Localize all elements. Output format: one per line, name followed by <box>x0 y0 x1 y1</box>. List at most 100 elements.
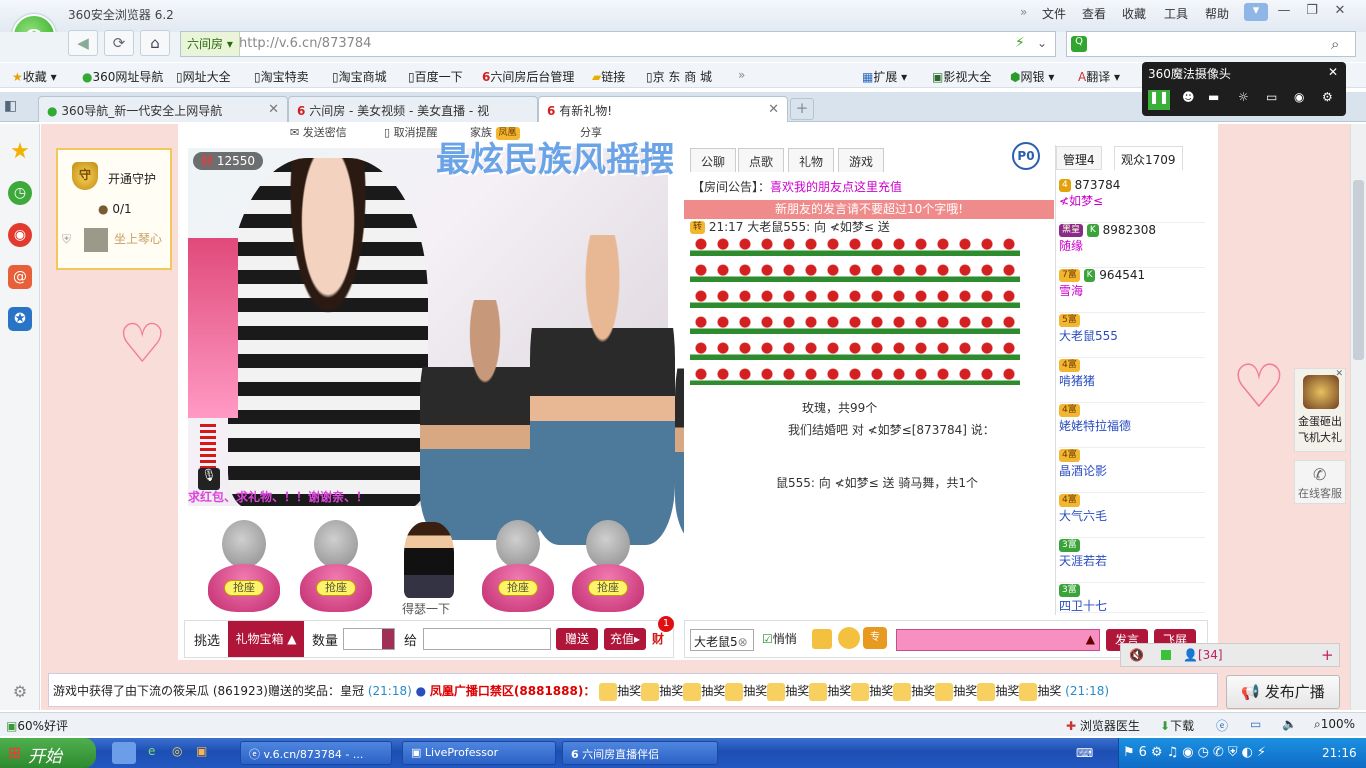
tab-new-gift[interactable]: 6 有新礼物! ✕ <box>538 96 788 122</box>
search-icon[interactable]: ⌕ <box>1331 35 1339 53</box>
bookmark-360nav[interactable]: ●360网址导航 <box>82 68 163 85</box>
menu-file[interactable]: 文件 <box>1042 5 1066 22</box>
skin-icon[interactable]: ▾ <box>1244 3 1268 21</box>
menu-tools[interactable]: 工具 <box>1164 5 1188 22</box>
p0-badge[interactable]: P0 <box>1012 142 1040 170</box>
give-button[interactable]: 赠送 <box>556 628 598 650</box>
bookmark-6cn-admin[interactable]: 6六间房后台管理 <box>482 68 574 85</box>
user-item[interactable]: 4富 姥姥特拉福德 <box>1059 403 1205 448</box>
clear-icon[interactable]: ⊗ <box>738 635 748 649</box>
bookmark-jd[interactable]: ▯京 东 商 城 <box>646 68 712 85</box>
close-ad-icon[interactable]: ✕ <box>1335 369 1343 379</box>
qq-icon[interactable]: ✪ <box>8 307 32 331</box>
image-icon[interactable] <box>812 629 832 649</box>
menu-view[interactable]: 查看 <box>1082 5 1106 22</box>
open-guard-link[interactable]: 开通守护 <box>108 170 156 187</box>
taskbar-item-browser[interactable]: ⓔ v.6.cn/873784 - ... <box>240 741 392 765</box>
user-item[interactable]: 4富 啃猪猪 <box>1059 358 1205 403</box>
app-quicklaunch-icon[interactable]: ▣ <box>196 744 207 758</box>
close-tab-icon[interactable]: ✕ <box>768 102 779 117</box>
menu-favorites[interactable]: 收藏 <box>1122 5 1146 22</box>
home-button[interactable]: ⌂ <box>140 30 170 56</box>
extensions-menu[interactable]: ▦扩展 ▾ <box>862 68 907 85</box>
emoji-icon[interactable] <box>838 627 860 649</box>
online-service-button[interactable]: ✆ 在线客服 <box>1294 460 1346 504</box>
url-text[interactable]: http://v.6.cn/873784 <box>239 36 371 51</box>
seat-user-avatar[interactable] <box>404 522 454 598</box>
volume-icon[interactable]: 🔈 <box>1282 717 1297 731</box>
chat-text-input[interactable]: ▲ <box>896 629 1100 651</box>
grab-seat-button[interactable]: 抢座 <box>224 580 264 596</box>
taskbar-item-6cn[interactable]: 6 六间房直播伴侣 <box>562 741 718 765</box>
wealth-button[interactable]: 财 <box>652 630 664 647</box>
special-icon[interactable]: 专 <box>863 627 887 649</box>
brightness-icon[interactable]: ☼ <box>1238 90 1249 104</box>
recharge-button[interactable]: 充值▸ <box>604 628 646 650</box>
sidebar-toggle-icon[interactable]: ◧ <box>4 98 32 118</box>
add-icon[interactable]: + <box>1321 646 1334 664</box>
microphone-icon[interactable]: 🎙 <box>198 468 220 490</box>
chevron-up-icon[interactable]: ▲ <box>1086 632 1095 646</box>
tab-song-request[interactable]: 点歌 <box>738 148 785 172</box>
bank-button[interactable]: ⬢网银 ▾ <box>1010 68 1054 85</box>
settings-gear-icon[interactable]: ⚙ <box>8 680 32 704</box>
close-tab-icon[interactable]: ✕ <box>268 102 279 117</box>
quantity-dropdown-icon[interactable] <box>382 629 394 649</box>
grab-seat-button[interactable]: 抢座 <box>498 580 538 596</box>
send-secret-link[interactable]: ✉ 发送密信 <box>290 124 347 140</box>
guard-seat-name[interactable]: 坐上琴心 <box>114 230 162 247</box>
search-engine-icon[interactable]: Q <box>1071 36 1087 52</box>
notice-link[interactable]: 喜欢我的朋友点这里充值 <box>770 180 902 194</box>
user-item[interactable]: 5富 大老鼠555 <box>1059 313 1205 358</box>
cancel-reminder-link[interactable]: ▯ 取消提醒 <box>384 124 438 140</box>
tab-audience[interactable]: 观众1709 <box>1114 146 1183 170</box>
user-item[interactable]: 黑皇 K 8982308 随缘 <box>1059 223 1205 268</box>
face-icon[interactable]: ☻ <box>1182 90 1195 104</box>
history-clock-icon[interactable]: ◷ <box>8 181 32 205</box>
bookmark-wangzhi[interactable]: ▯网址大全 <box>176 68 231 85</box>
bookmark-taobao-sale[interactable]: ▯淘宝特卖 <box>254 68 309 85</box>
lightning-icon[interactable]: ⚡ <box>1015 35 1025 51</box>
translate-button[interactable]: A翻译 ▾ <box>1078 68 1120 85</box>
user-item[interactable]: 3富 天涯若若 <box>1059 538 1205 583</box>
chevron-down-icon[interactable]: ⌄ <box>1037 36 1047 50</box>
user-item[interactable]: 7富 K 964541 雪海 <box>1059 268 1205 313</box>
address-bar[interactable]: 六间房 ▾ http://v.6.cn/873784 ⚡ ⌄ <box>180 31 1056 57</box>
tab-gifts[interactable]: 礼物 <box>788 148 835 172</box>
tab-360nav[interactable]: ● 360导航_新一代安全上网导航 ✕ <box>38 96 288 122</box>
video-collection[interactable]: ▣影视大全 <box>932 68 991 85</box>
download-button[interactable]: ⬇下载 <box>1160 717 1194 734</box>
weibo-icon[interactable]: ◉ <box>8 223 32 247</box>
publish-broadcast-button[interactable]: 📢 发布广播 <box>1226 675 1340 709</box>
user-item[interactable]: 4富 大气六毛 <box>1059 493 1205 538</box>
favorites-star-icon[interactable]: ★ <box>8 140 32 164</box>
zoom-level[interactable]: ⌕100% <box>1314 717 1355 732</box>
menu-help[interactable]: 帮助 <box>1205 5 1229 22</box>
tab-games[interactable]: 游戏 <box>838 148 885 172</box>
more-bookmarks-icon[interactable]: » <box>738 68 745 82</box>
bookmark-favorites[interactable]: ★收藏 ▾ <box>12 68 57 85</box>
refresh-button[interactable]: ⟳ <box>104 30 134 56</box>
bookmark-baidu[interactable]: ▯百度一下 <box>408 68 463 85</box>
gift-box-button[interactable]: 礼物宝箱 ▲ <box>228 621 304 657</box>
search-input[interactable]: Q ⌕ <box>1066 31 1356 57</box>
site-label[interactable]: 六间房 ▾ <box>181 32 240 56</box>
gear-icon[interactable]: ⚙ <box>1322 90 1333 104</box>
user-item[interactable]: 4富 晶酒论影 <box>1059 448 1205 493</box>
gold-egg-ad[interactable]: ✕ 金蛋砸出飞机大礼 <box>1294 368 1346 452</box>
bookmark-links[interactable]: ▰链接 <box>592 68 625 85</box>
weibo-share-icon[interactable]: ◉ <box>1294 90 1304 104</box>
chat-bubble-icon[interactable]: ▬ <box>1208 90 1219 104</box>
user-item[interactable]: 4 873784 ≮如梦≤ <box>1059 178 1205 223</box>
ie-quicklaunch-icon[interactable]: e <box>148 744 155 758</box>
mail-icon[interactable]: @ <box>8 265 32 289</box>
recipient-input[interactable] <box>423 628 551 650</box>
browser-doctor-button[interactable]: ✚ 浏览器医生 <box>1066 717 1140 734</box>
mute-icon[interactable]: 🔇 <box>1129 648 1144 662</box>
window-icon[interactable]: ▭ <box>1250 717 1261 731</box>
scroll-thumb[interactable] <box>1353 180 1364 360</box>
close-popup-icon[interactable]: ✕ <box>1328 65 1338 79</box>
chat-target-select[interactable]: 大老鼠5⊗ <box>690 629 754 651</box>
keyboard-icon[interactable]: ⌨ <box>1076 746 1093 760</box>
new-tab-button[interactable]: + <box>790 98 814 120</box>
